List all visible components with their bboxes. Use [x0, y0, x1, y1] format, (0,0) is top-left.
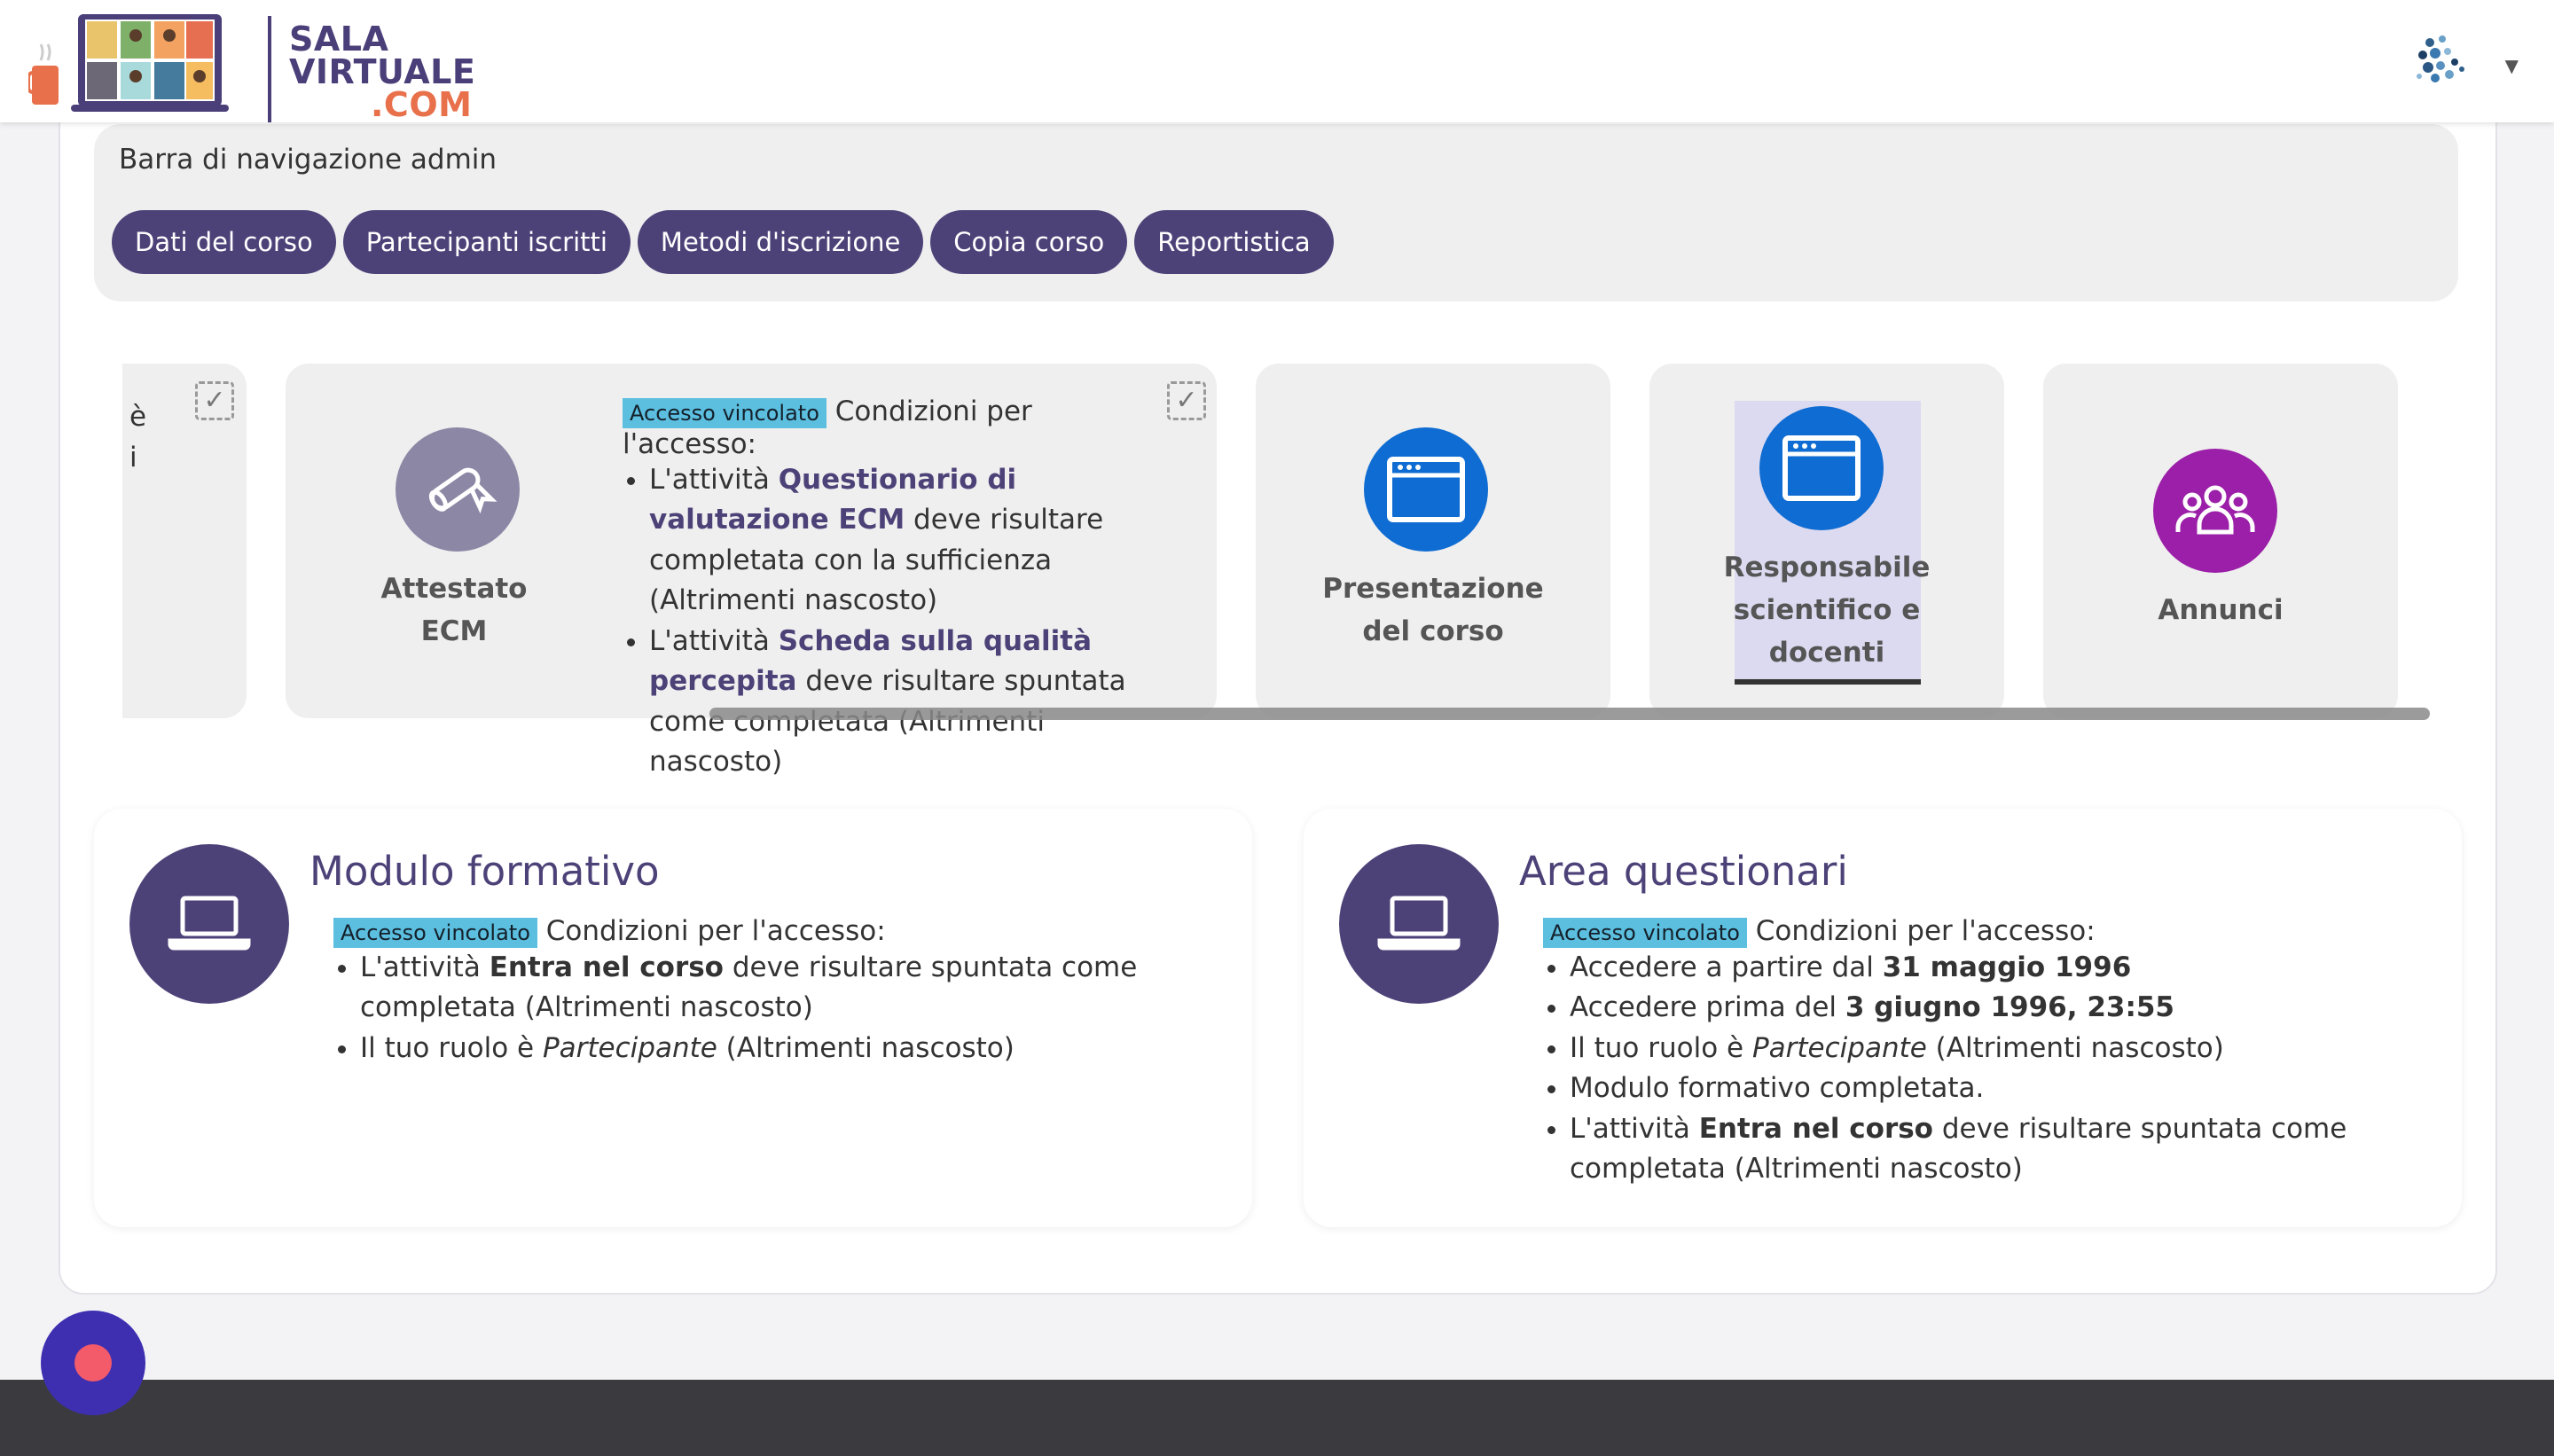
responsabile-title-line1: Responsabile [1723, 552, 1931, 583]
admin-nav-title: Barra di navigazione admin [119, 144, 497, 176]
condition-item: L'attività Questionario di valutazione E… [649, 460, 1172, 622]
activity-tile-annunci[interactable]: Annunci [2043, 364, 2398, 718]
presentazione-title[interactable]: Presentazione del corso [1256, 568, 1610, 653]
brand-wordmark: SALA VIRTUALE .COM [289, 20, 476, 124]
laptop-icon [129, 844, 289, 1004]
section-access-conditions: Accesso vincolato Condizioni per l'acces… [333, 915, 1220, 1069]
enrolment-methods-button[interactable]: Metodi d'iscrizione [637, 210, 924, 274]
record-dot-icon [74, 1344, 112, 1382]
restricted-access-badge: Accesso vincolato [623, 397, 827, 428]
caret-down-icon: ▼ [2504, 55, 2519, 76]
enrolled-participants-button[interactable]: Partecipanti iscritti [342, 210, 631, 274]
attestato-access-conditions: Accesso vincolato Condizioni per l'acces… [623, 395, 1172, 783]
condition-date: 31 maggio 1996 [1882, 951, 2132, 983]
conditions-heading: Condizioni per l'accesso: [545, 915, 886, 947]
presentazione-title-line2: del corso [1362, 615, 1504, 647]
condition-text: L'attività [649, 463, 779, 496]
partial-tile-text-1: è [129, 401, 147, 433]
restricted-access-badge: Accesso vincolato [1543, 917, 1747, 948]
condition-text: Il tuo ruolo è [360, 1031, 543, 1064]
activity-link[interactable]: Entra nel corso [490, 951, 724, 983]
conditions-header: Accesso vincolato Condizioni per l'acces… [1543, 915, 2430, 948]
section-access-conditions: Accesso vincolato Condizioni per l'acces… [1543, 915, 2430, 1190]
activity-tile-responsabile[interactable]: Responsabile scientifico e docenti [1649, 364, 2004, 718]
certificate-icon [396, 427, 520, 552]
carousel-scrollbar[interactable] [709, 708, 2430, 720]
video-call-laptop-logo-icon [28, 14, 229, 112]
condition-item: L'attività Entra nel corso deve risultar… [1570, 1109, 2430, 1190]
activity-tile-partial[interactable]: è i ✓ [122, 364, 247, 718]
responsabile-title[interactable]: Responsabile scientifico e docenti [1649, 546, 2004, 674]
users-group-icon [2153, 449, 2277, 573]
conditions-list: Accedere a partire dal 31 maggio 1996 Ac… [1543, 948, 2430, 1190]
condition-text: Accedere a partire dal [1570, 951, 1883, 983]
condition-item: Il tuo ruolo è Partecipante (Altrimenti … [360, 1029, 1220, 1069]
condition-date: 3 giugno 1996, 23:55 [1845, 991, 2174, 1023]
attestato-conditions-list: L'attività Questionario di valutazione E… [623, 460, 1172, 783]
brand-logo[interactable]: SALA VIRTUALE .COM [28, 9, 475, 122]
conditions-heading: Condizioni per l'accesso: [1755, 915, 2096, 947]
condition-text: (Altrimenti nascosto) [717, 1031, 1015, 1064]
condition-item: Modulo formativo completata. [1570, 1069, 2430, 1109]
brand-line1: SALA [289, 20, 389, 59]
admin-nav-buttons: Dati del corso Partecipanti iscritti Met… [112, 210, 1334, 274]
condition-item: Accedere prima del 3 giugno 1996, 23:55 [1570, 988, 2430, 1029]
browser-window-icon [1364, 427, 1488, 552]
chat-launcher-button[interactable] [41, 1311, 145, 1415]
activity-link[interactable]: Entra nel corso [1699, 1113, 1933, 1145]
page-footer [0, 1380, 2554, 1456]
brand-line2: VIRTUALE [289, 52, 476, 91]
user-menu[interactable]: ▼ [2412, 30, 2519, 92]
brand-line3: .COM [371, 85, 473, 124]
condition-item: Il tuo ruolo è Partecipante (Altrimenti … [1570, 1029, 2430, 1069]
partial-tile-text-2: i [129, 442, 137, 474]
attestato-title[interactable]: Attestato ECM [321, 568, 587, 653]
completion-checkbox-icon[interactable]: ✓ [195, 381, 234, 420]
conditions-header: Accesso vincolato Condizioni per l'acces… [333, 915, 1220, 948]
completion-checkbox-icon[interactable]: ✓ [1167, 381, 1206, 420]
site-header: SALA VIRTUALE .COM ▼ [0, 0, 2554, 122]
copy-course-button[interactable]: Copia corso [930, 210, 1128, 274]
condition-item: L'attività Scheda sulla qualità percepit… [649, 622, 1172, 783]
role-name: Partecipante [1751, 1031, 1927, 1064]
condition-text: L'attività [649, 624, 779, 657]
activity-tile-attestato-ecm[interactable]: Attestato ECM Accesso vincolato Condizio… [286, 364, 1217, 778]
course-data-button[interactable]: Dati del corso [112, 210, 336, 274]
section-title[interactable]: Area questionari [1519, 848, 1848, 895]
condition-text: L'attività [360, 951, 490, 983]
logo-divider [268, 16, 271, 122]
reports-button[interactable]: Reportistica [1134, 210, 1334, 274]
admin-navigation-bar: Barra di navigazione admin Dati del cors… [94, 124, 2458, 301]
condition-item: L'attività Entra nel corso deve risultar… [360, 948, 1220, 1029]
condition-item: Accedere a partire dal 31 maggio 1996 [1570, 948, 2430, 989]
responsabile-title-line3: docenti [1768, 637, 1885, 669]
role-name: Partecipante [542, 1031, 717, 1064]
conditions-list: L'attività Entra nel corso deve risultar… [333, 948, 1220, 1069]
user-avatar-dots-icon [2417, 35, 2464, 82]
section-card-modulo-formativo[interactable]: Modulo formativo Accesso vincolato Condi… [94, 809, 1252, 1227]
restricted-access-badge: Accesso vincolato [333, 917, 537, 948]
activity-tile-presentazione[interactable]: Presentazione del corso [1256, 364, 1610, 718]
section-title[interactable]: Modulo formativo [309, 848, 660, 895]
condition-text: L'attività [1570, 1112, 1699, 1145]
condition-text: Accedere prima del [1570, 991, 1845, 1023]
presentazione-title-line1: Presentazione [1322, 573, 1544, 605]
section-card-area-questionari[interactable]: Area questionari Accesso vincolato Condi… [1304, 809, 2462, 1227]
responsabile-title-line2: scientifico e [1733, 594, 1921, 626]
laptop-icon [1339, 844, 1499, 1004]
attestato-title-line1: Attestato [380, 573, 528, 605]
condition-text: Il tuo ruolo è [1570, 1031, 1752, 1064]
attestato-conditions-header: Accesso vincolato Condizioni per l'acces… [623, 395, 1172, 460]
annunci-title[interactable]: Annunci [2043, 589, 2398, 631]
attestato-title-line2: ECM [420, 615, 488, 647]
condition-text: (Altrimenti nascosto) [1926, 1031, 2224, 1064]
browser-window-icon [1759, 406, 1884, 530]
